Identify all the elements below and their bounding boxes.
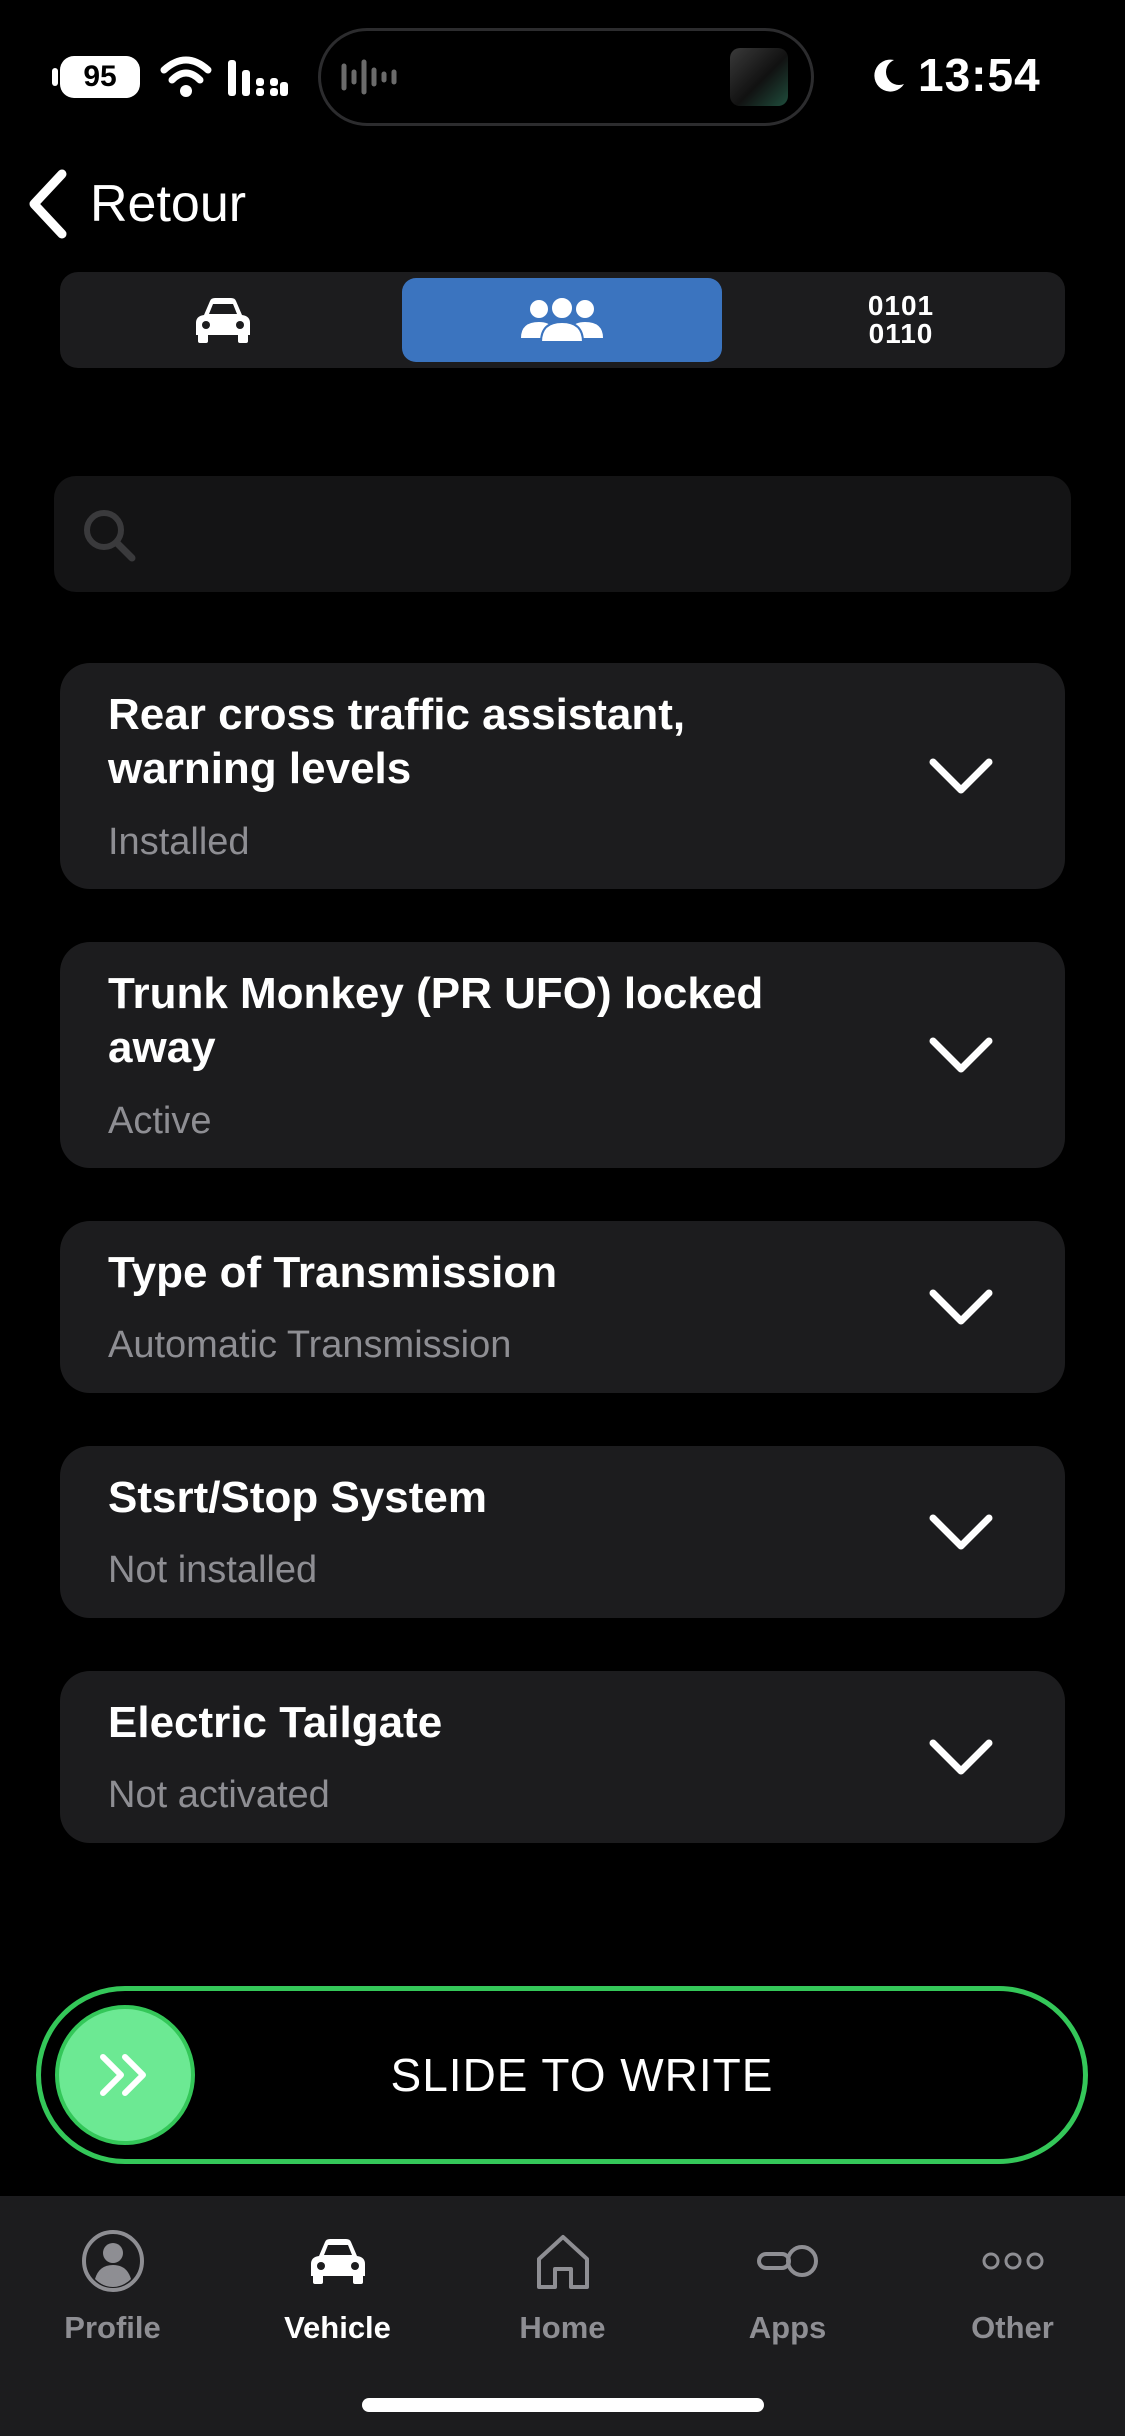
home-indicator — [362, 2398, 764, 2412]
search-bar — [54, 476, 1071, 594]
item-status: Not installed — [108, 1549, 318, 1591]
item-status: Automatic Transmission — [108, 1324, 512, 1366]
item-status: Not activated — [108, 1774, 330, 1816]
search-input[interactable] — [154, 476, 1058, 594]
list-item[interactable]: Trunk Monkey (PR UFO) locked away Active — [60, 942, 1065, 1168]
group-icon — [521, 296, 603, 343]
cellular-signal-icon — [228, 60, 288, 96]
person-icon — [81, 2230, 144, 2292]
tab-label: Apps — [748, 2310, 827, 2345]
chevron-down-icon — [929, 1739, 993, 1775]
segmented-control: 0101 0110 — [60, 272, 1065, 368]
double-chevron-right-icon — [100, 2054, 146, 2096]
item-status: Active — [108, 1100, 212, 1142]
tab-other[interactable]: Other — [900, 2226, 1125, 2346]
tab-home[interactable]: Home — [450, 2226, 675, 2346]
chevron-left-icon — [29, 169, 67, 239]
list-item[interactable]: Stsrt/Stop System Not installed — [60, 1446, 1065, 1618]
slide-to-write-track: SLIDE TO WRITE — [36, 1986, 1088, 2164]
list-item[interactable]: Electric Tailgate Not activated — [60, 1671, 1065, 1843]
status-time: 13:54 — [918, 49, 1041, 101]
back-label: Retour — [90, 175, 247, 233]
moon-icon — [874, 59, 904, 92]
item-status: Installed — [108, 821, 250, 863]
list-item[interactable]: Type of Transmission Automatic Transmiss… — [60, 1221, 1065, 1393]
item-title: Trunk Monkey (PR UFO) locked away — [108, 969, 764, 1072]
tab-apps[interactable]: Apps — [675, 2226, 900, 2346]
chevron-down-icon — [929, 1289, 993, 1325]
slide-label: SLIDE TO WRITE — [390, 2049, 774, 2101]
tab-label: Vehicle — [284, 2310, 391, 2345]
slide-handle[interactable] — [55, 2005, 195, 2145]
wifi-icon — [160, 56, 212, 97]
now-playing-artwork — [730, 48, 788, 106]
back-button[interactable]: Retour — [24, 168, 246, 240]
ellipsis-icon — [982, 2252, 1043, 2270]
battery-indicator: 95 — [52, 56, 140, 98]
segment-vehicle[interactable] — [66, 278, 380, 362]
chevron-down-icon — [929, 1514, 993, 1550]
list-item[interactable]: Rear cross traffic assistant, warning le… — [60, 663, 1065, 889]
car-icon — [310, 2239, 365, 2284]
tab-vehicle[interactable]: Vehicle — [225, 2226, 450, 2346]
item-title: Electric Tailgate — [108, 1698, 443, 1747]
audio-waveform-icon — [341, 59, 397, 95]
segment-group[interactable] — [402, 278, 722, 362]
segment-binary[interactable]: 0101 0110 — [744, 278, 1058, 362]
car-icon — [196, 298, 250, 343]
item-title: Stsrt/Stop System — [108, 1473, 487, 1522]
item-title: Type of Transmission — [108, 1248, 558, 1297]
tab-profile[interactable]: Profile — [0, 2226, 225, 2346]
chevron-down-icon — [929, 1037, 993, 1073]
tab-label: Home — [519, 2310, 606, 2345]
item-title: Rear cross traffic assistant, warning le… — [108, 690, 686, 793]
toggle-icon — [756, 2245, 818, 2277]
battery-level: 95 — [83, 60, 117, 93]
binary-icon: 0101 0110 — [867, 290, 935, 349]
home-icon — [536, 2235, 589, 2289]
search-icon — [84, 510, 136, 562]
tab-label: Other — [971, 2310, 1054, 2345]
tab-label: Profile — [64, 2310, 161, 2345]
chevron-down-icon — [929, 758, 993, 794]
